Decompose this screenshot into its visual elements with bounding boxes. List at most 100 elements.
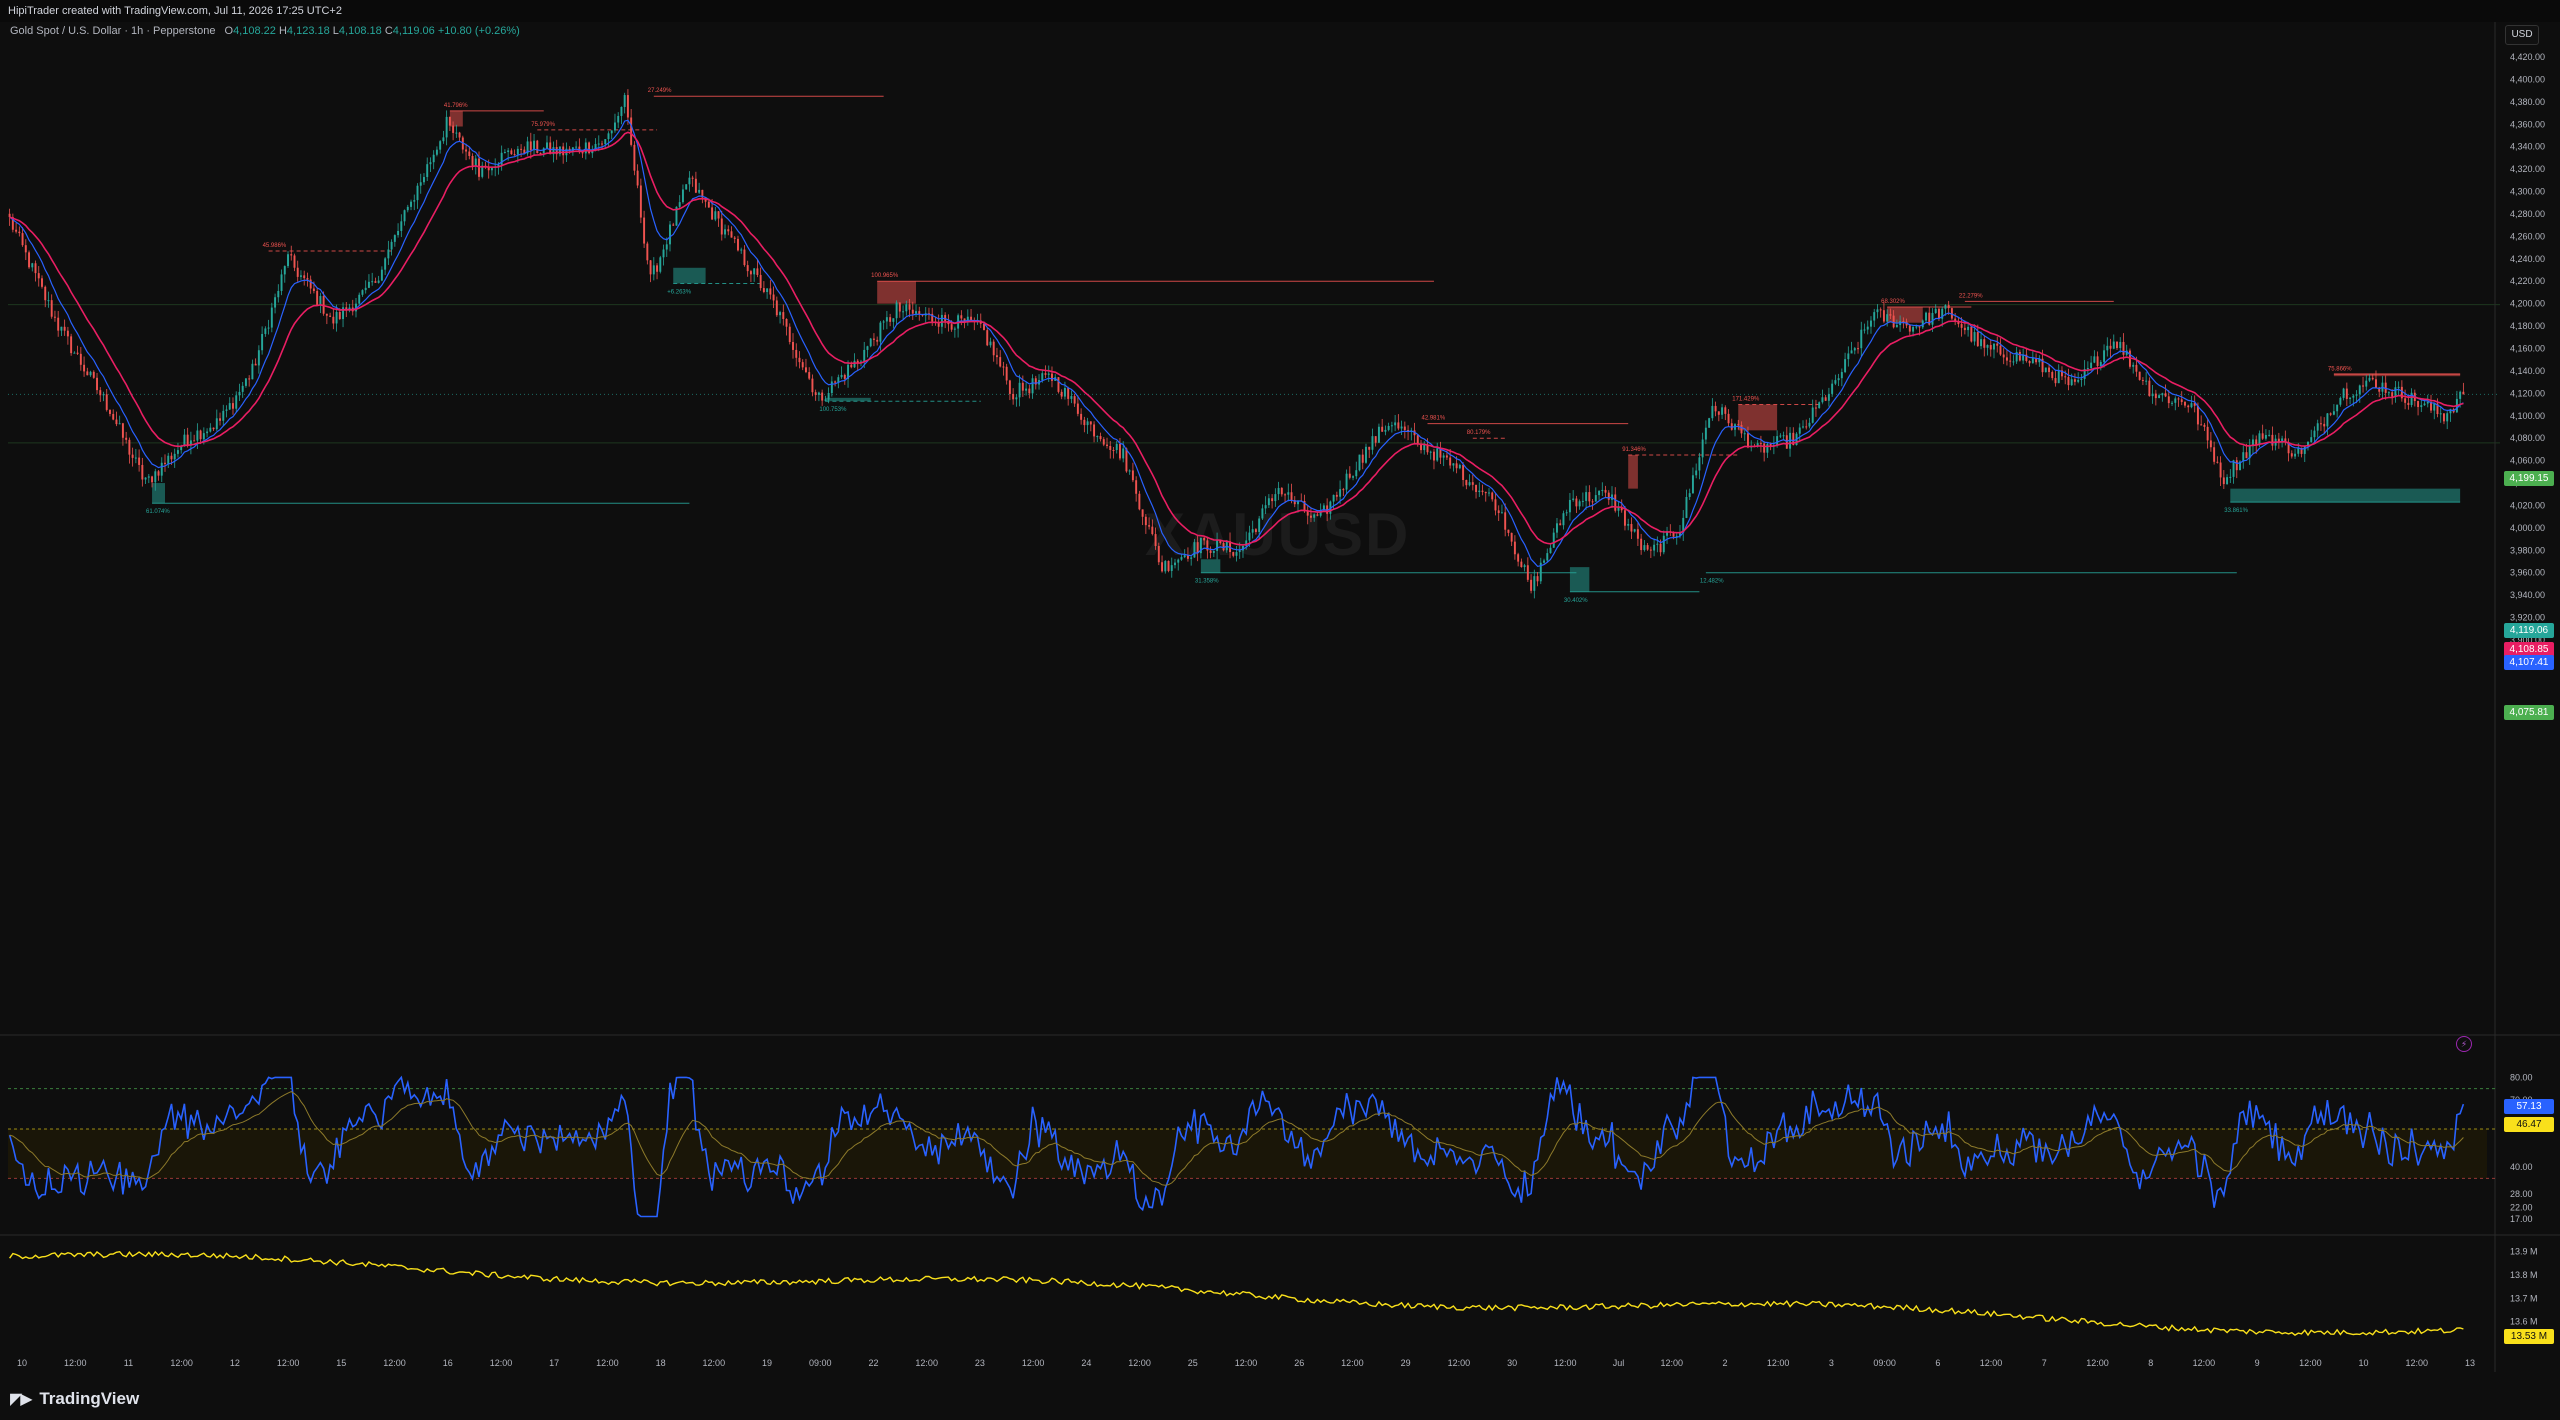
candle (1458, 463, 1461, 470)
candle (2268, 430, 2271, 437)
time-tick-label: Jul (1613, 1358, 1625, 1368)
candle-body (2323, 423, 2326, 427)
candle (2290, 450, 2293, 459)
time-tick-label: 12:00 (1980, 1358, 2003, 1368)
alert-bolt-icon[interactable]: ⚡ (2456, 1036, 2472, 1052)
candle (2206, 418, 2209, 449)
tradingview-logo[interactable]: ◤▶ TradingView (10, 1389, 139, 1409)
chart-canvas[interactable]: 61.074% 45.986% 41.796% 75.979% 27.249% +6.26… (0, 22, 2560, 1380)
candle-body (1808, 422, 1811, 427)
candle-body (1280, 487, 1283, 495)
candle (57, 311, 60, 337)
candle-body (2394, 387, 2397, 397)
candle-body (92, 371, 95, 378)
price-tick-label: 4,020.00 (2510, 500, 2545, 510)
candle (1012, 388, 1015, 405)
candle-body (1724, 407, 1727, 414)
candle-body (1287, 492, 1290, 495)
candle (889, 313, 892, 327)
candle-body (2319, 423, 2322, 425)
candle-body (986, 330, 989, 346)
candle-body (581, 152, 584, 154)
candle-body (1837, 378, 1840, 381)
price-tick-label: 3,920.00 (2510, 613, 2545, 623)
candle-body (28, 252, 31, 268)
candle-body (536, 140, 539, 154)
candle (801, 359, 804, 371)
candle (423, 173, 425, 185)
time-axis[interactable]: 10 12:00 11 12:00 12 12:00 15 12:00 16 12:00 17 12:… (17, 1358, 2475, 1368)
candle-body (902, 311, 905, 313)
candle (70, 333, 73, 356)
candle (1691, 467, 1694, 494)
time-tick-label: 12:00 (703, 1358, 726, 1368)
candle-body (435, 149, 438, 155)
candle-body (2316, 423, 2319, 431)
candle (1685, 489, 1688, 519)
price-axes[interactable]: 4,420.00 4,400.00 4,380.00 4,360.00 4,340.00… (2510, 52, 2545, 1327)
candle-body (1996, 343, 1999, 346)
candle (96, 373, 98, 394)
candle (461, 135, 464, 154)
candle-body (2051, 372, 2054, 379)
time-tick-label: 2 (1722, 1358, 1727, 1368)
candle-body (115, 419, 118, 425)
candle (1342, 487, 1345, 497)
candle-body (303, 275, 306, 279)
candle (426, 157, 429, 182)
candle (329, 312, 332, 318)
candle-body (1093, 424, 1096, 437)
candle (2125, 344, 2128, 357)
candle-body (737, 238, 739, 251)
time-tick-label: 11 (124, 1358, 133, 1368)
candle-body (128, 439, 131, 455)
candle-body (1840, 372, 1843, 379)
candle (484, 161, 487, 169)
candle (377, 275, 380, 284)
zone-box (1200, 559, 1221, 573)
candle (2151, 385, 2154, 404)
candle (471, 153, 474, 171)
candle-body (2355, 394, 2358, 396)
candle-body (733, 237, 736, 239)
candle-body (843, 374, 846, 379)
candle (915, 304, 917, 317)
candle (623, 92, 626, 114)
candle-body (244, 378, 247, 386)
candle (944, 312, 947, 329)
candle-body (2138, 371, 2141, 380)
volume-pane[interactable] (9, 1250, 2464, 1337)
candle-body (176, 450, 179, 454)
price-tick-label: 4,260.00 (2510, 231, 2545, 241)
candle-body (403, 210, 406, 222)
rsi-pane[interactable] (8, 1075, 2495, 1218)
candle-body (1041, 373, 1044, 381)
candle (1475, 484, 1478, 499)
candle-body (423, 177, 425, 183)
candle-body (1044, 373, 1047, 375)
candle (1504, 503, 1507, 537)
candles (8, 89, 2465, 599)
candle-body (1759, 443, 1762, 445)
candle (2005, 349, 2008, 366)
candle (134, 448, 137, 464)
candle (1834, 374, 1837, 386)
candle-body (798, 357, 801, 363)
candle-body (125, 437, 128, 440)
candle (173, 448, 176, 468)
candle-body (1967, 326, 1970, 331)
rsi-badge: 57.13 (2504, 1099, 2554, 1114)
candle (976, 313, 979, 325)
candle (1779, 433, 1782, 439)
candle-body (1698, 457, 1701, 471)
candle-body (96, 377, 98, 391)
candle-body (2329, 413, 2332, 415)
candle (1853, 346, 1856, 355)
candle (847, 360, 850, 388)
candle (2116, 341, 2118, 351)
zone-box (1887, 307, 1923, 323)
volume-tick-label: 13.6 M (2510, 1317, 2538, 1327)
candle-body (1458, 464, 1461, 469)
candle (2420, 399, 2423, 413)
candle-body (1086, 421, 1089, 426)
